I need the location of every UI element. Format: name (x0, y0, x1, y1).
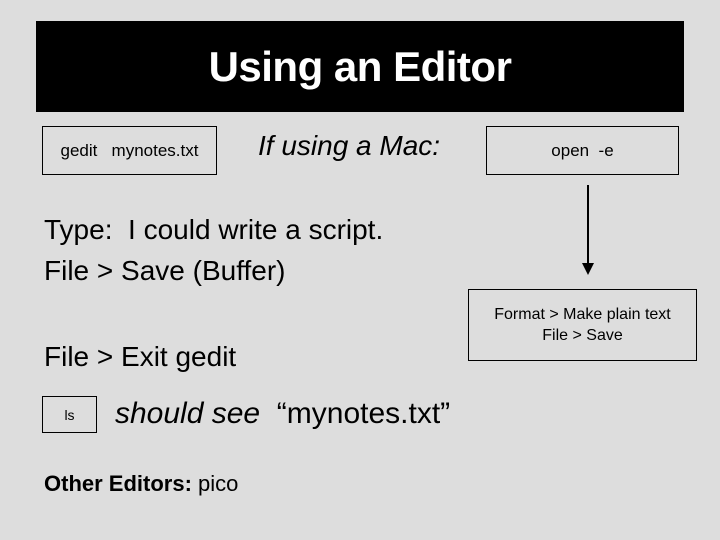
file-save-step-text: File > Save (542, 327, 623, 344)
open-command-box: open -e (486, 126, 679, 175)
type-step: Type: I could write a script. (44, 214, 384, 245)
exit-step: File > Exit gedit (44, 341, 237, 372)
should-see-text: should see (115, 397, 261, 430)
slide-title: Using an Editor (208, 42, 512, 90)
mac-save-steps-box: Format > Make plain text File > Save (468, 289, 697, 361)
other-editors: Other Editors: pico (44, 471, 238, 497)
format-step-text: Format > Make plain text (494, 306, 671, 323)
gedit-command-box: gedit mynotes.txt (42, 126, 217, 175)
other-editors-label: Other Editors: (44, 471, 192, 496)
ls-command-text: ls (64, 406, 75, 423)
open-command-text: open -e (551, 140, 614, 160)
filename-text: “mynotes.txt” (276, 397, 451, 430)
save-step: File > Save (Buffer) (44, 255, 286, 286)
other-editors-value: pico (198, 471, 239, 496)
gedit-command-text: gedit mynotes.txt (60, 140, 199, 160)
title-bar: Using an Editor (36, 21, 684, 112)
ls-command-box: ls (42, 396, 97, 433)
down-arrow-icon (582, 185, 594, 275)
mac-label: If using a Mac: (258, 130, 441, 161)
expected-result: should see “mynotes.txt” (115, 397, 450, 431)
